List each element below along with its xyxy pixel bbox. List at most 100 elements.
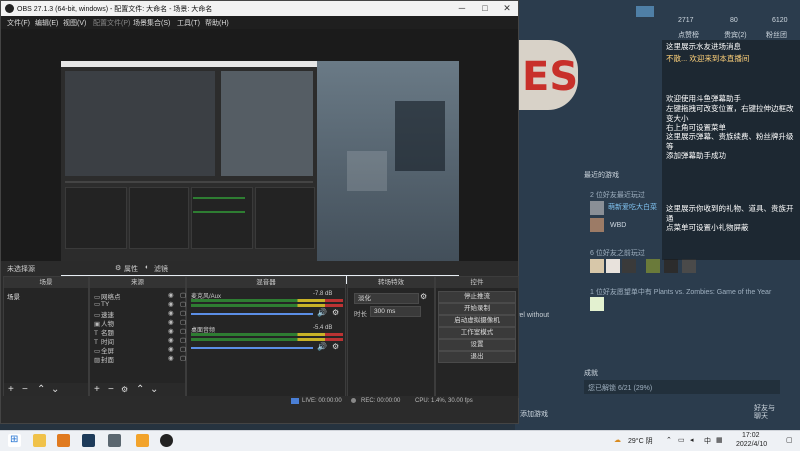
chat-line: 这里展示弹幕、贵族续费、粉丝牌升级等 bbox=[666, 132, 794, 151]
friend-avatar[interactable] bbox=[664, 259, 678, 273]
menu-profile[interactable]: 配置文件(P) bbox=[93, 18, 130, 28]
remove-icon[interactable]: − bbox=[22, 384, 28, 395]
back-button[interactable] bbox=[636, 6, 654, 17]
remove-icon[interactable]: − bbox=[108, 384, 114, 395]
stop-streaming-button[interactable]: 停止推流 bbox=[438, 291, 516, 303]
stat-label[interactable]: 点赞榜 bbox=[678, 30, 699, 40]
source-item[interactable]: ▨封面 ◉ ▢ bbox=[94, 354, 186, 364]
douyu-icon[interactable] bbox=[57, 434, 70, 447]
achievements-card[interactable]: 您已解锁 6/21 (29%) bbox=[584, 380, 780, 394]
gear-icon[interactable]: ⚙ bbox=[420, 292, 427, 301]
gear-icon[interactable]: ⚙ bbox=[121, 385, 128, 394]
gear-icon[interactable]: ⚙ bbox=[332, 308, 339, 317]
friend-avatar[interactable] bbox=[590, 218, 604, 232]
stream-preview[interactable] bbox=[61, 61, 459, 284]
danmaku-overlay[interactable]: 这里展示水友进场消息 不散... 欢迎来到本直播间 欢迎使用斗鱼弹幕助手 左键拖… bbox=[662, 40, 800, 260]
menu-file[interactable]: 文件(F) bbox=[7, 18, 30, 28]
close-icon[interactable]: ✕ bbox=[496, 1, 518, 16]
add-icon[interactable]: + bbox=[8, 384, 14, 395]
volume-meter bbox=[191, 304, 343, 307]
menu-tools[interactable]: 工具(T) bbox=[177, 18, 200, 28]
exit-button[interactable]: 退出 bbox=[438, 351, 516, 363]
friend-avatar[interactable] bbox=[590, 259, 604, 273]
friend-avatar[interactable] bbox=[682, 259, 696, 273]
transition-select[interactable]: 淡化 bbox=[354, 293, 419, 304]
app-icon[interactable] bbox=[108, 434, 121, 447]
eye-icon[interactable]: ◉ bbox=[168, 354, 174, 362]
sources-dock-title: 来源 bbox=[90, 277, 185, 288]
stat-label[interactable]: 粉丝团 bbox=[766, 30, 787, 40]
gear-icon[interactable]: ⚙ bbox=[115, 264, 121, 272]
duration-input[interactable]: 300 ms bbox=[370, 306, 421, 317]
window-title: OBS 27.1.3 (64-bit, windows) - 配置文件: 大命名… bbox=[17, 6, 213, 13]
friend-name[interactable]: WBD bbox=[610, 222, 626, 229]
add-icon[interactable]: + bbox=[94, 384, 100, 395]
move-up-icon[interactable]: ⌃ bbox=[136, 384, 144, 395]
friend-avatar[interactable] bbox=[646, 259, 660, 273]
steam-icon[interactable] bbox=[82, 434, 95, 447]
nested-obs-preview bbox=[61, 61, 317, 284]
studio-mode-button[interactable]: 工作室模式 bbox=[438, 327, 516, 339]
clock-time[interactable]: 17:02 bbox=[742, 432, 760, 439]
network-icon[interactable]: ▭ bbox=[678, 436, 685, 444]
virtual-camera-button[interactable]: 启动虚拟摄像机 bbox=[438, 315, 516, 327]
eye-icon[interactable]: ◉ bbox=[168, 345, 174, 353]
notification-icon[interactable]: ▢ bbox=[786, 436, 793, 444]
filter-icon[interactable]: ◐ bbox=[145, 264, 149, 271]
minimize-icon[interactable]: ─ bbox=[451, 1, 473, 16]
weather-icon[interactable]: ☁ bbox=[614, 436, 621, 444]
transitions-dock-title: 转场特效 bbox=[348, 277, 434, 288]
menu-scene-collection[interactable]: 场景集合(S) bbox=[133, 18, 170, 28]
eye-icon[interactable]: ◉ bbox=[168, 336, 174, 344]
move-down-icon[interactable]: ⌄ bbox=[150, 384, 158, 395]
volume-icon[interactable]: ◂ bbox=[690, 436, 694, 444]
source-item[interactable]: ▭TY ◉ ▢ bbox=[94, 300, 186, 308]
mixer-dock-title: 混音器 bbox=[187, 277, 345, 288]
move-down-icon[interactable]: ⌄ bbox=[51, 384, 59, 395]
maximize-icon[interactable]: □ bbox=[474, 1, 496, 16]
friend-avatar[interactable] bbox=[622, 259, 636, 273]
obs-icon[interactable] bbox=[160, 434, 173, 447]
friend-avatar[interactable] bbox=[590, 201, 604, 215]
scenes-dock-footer: + − ⌃ ⌄ bbox=[4, 383, 88, 397]
windows-start-icon[interactable]: ⊞ bbox=[8, 434, 21, 447]
friends-chat-button[interactable]: 好友与 聊天 bbox=[754, 405, 775, 421]
clock-date[interactable]: 2022/4/10 bbox=[736, 441, 767, 448]
menu-help[interactable]: 帮助(H) bbox=[205, 18, 229, 28]
volume-meter bbox=[191, 333, 343, 336]
speaker-icon[interactable]: 🔊 bbox=[317, 308, 327, 317]
move-up-icon[interactable]: ⌃ bbox=[37, 384, 45, 395]
eye-icon[interactable]: ◉ bbox=[168, 300, 174, 308]
eye-icon[interactable]: ◉ bbox=[168, 291, 174, 299]
friends-owned[interactable]: 6 位好友之前玩过 bbox=[590, 248, 645, 258]
eye-icon[interactable]: ◉ bbox=[168, 327, 174, 335]
gear-icon[interactable]: ⚙ bbox=[332, 342, 339, 351]
chevron-up-icon[interactable]: ⌃ bbox=[666, 436, 672, 444]
ime-icon[interactable]: ▦ bbox=[716, 436, 723, 444]
obs-titlebar[interactable]: OBS 27.1.3 (64-bit, windows) - 配置文件: 大命名… bbox=[1, 1, 518, 16]
friends-played[interactable]: 2 位好友最近玩过 bbox=[590, 190, 645, 200]
volume-slider[interactable] bbox=[191, 347, 313, 349]
app-icon[interactable] bbox=[136, 434, 149, 447]
menu-edit[interactable]: 编辑(E) bbox=[35, 18, 58, 28]
stat-label[interactable]: 贵宾(2) bbox=[724, 30, 747, 40]
settings-button[interactable]: 设置 bbox=[438, 339, 516, 351]
friend-name[interactable]: 萌新爱吃大白菜 bbox=[608, 202, 657, 212]
chat-line: 这里展示水友进场消息 bbox=[666, 42, 741, 51]
ime-indicator[interactable]: 中 bbox=[704, 436, 711, 446]
friend-avatar[interactable] bbox=[590, 297, 604, 311]
filters-button[interactable]: 滤镜 bbox=[154, 264, 168, 274]
menu-view[interactable]: 视图(V) bbox=[63, 18, 86, 28]
friend-avatar[interactable] bbox=[606, 259, 620, 273]
file-explorer-icon[interactable] bbox=[33, 434, 46, 447]
eye-icon[interactable]: ◉ bbox=[168, 309, 174, 317]
eye-icon[interactable]: ◉ bbox=[168, 318, 174, 326]
volume-slider[interactable] bbox=[191, 313, 313, 315]
properties-button[interactable]: 属性 bbox=[124, 264, 138, 274]
scene-item[interactable]: 场景 bbox=[7, 291, 20, 301]
weather-text[interactable]: 29°C 阴 bbox=[628, 436, 653, 446]
speaker-icon[interactable]: 🔊 bbox=[317, 342, 327, 351]
start-recording-button[interactable]: 开始录制 bbox=[438, 303, 516, 315]
add-game-button[interactable]: 添加游戏 bbox=[520, 409, 548, 419]
wishlist-info[interactable]: 1 位好友愿望单中有 Plants vs. Zombies: Game of t… bbox=[590, 287, 771, 297]
